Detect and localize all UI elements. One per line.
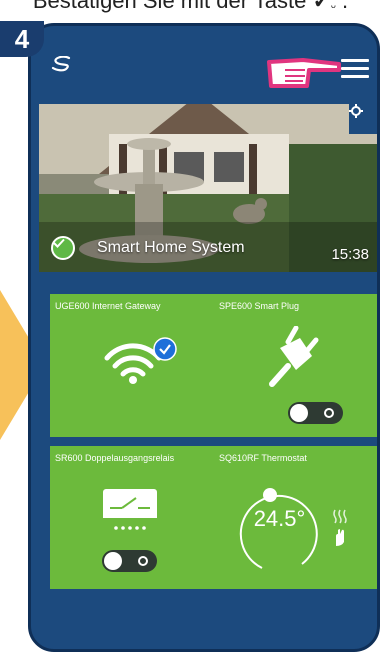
plug-toggle[interactable] [288, 402, 343, 424]
tile-title: SPE600 Smart Plug [219, 301, 300, 311]
system-title: Smart Home System [97, 239, 245, 256]
check-key-icon: ✓ [312, 0, 331, 13]
menu-icon[interactable] [341, 59, 369, 83]
pointing-hand-icon [263, 52, 343, 99]
gear-icon [349, 104, 363, 118]
logo-icon [51, 55, 73, 77]
caption-end: . [342, 0, 349, 13]
tile-internet-gateway[interactable]: UGE600 Internet Gateway [50, 294, 221, 437]
tile-title: SQ610RF Thermostat [219, 453, 307, 463]
settings-button[interactable] [349, 104, 377, 134]
relay-icon [103, 489, 157, 537]
clock-time: 15:38 [331, 246, 369, 263]
caption-text: Bestätigen Sie mit der Taste [32, 0, 307, 13]
tile-smart-plug[interactable]: SPE600 Smart Plug [214, 294, 377, 437]
hero-banner: Smart Home System 15:38 [39, 104, 377, 272]
tile-double-relay[interactable]: SR600 Doppelausgangsrelais [50, 446, 221, 589]
phone-screen: Smart Home System 15:38 UGE600 Internet … [28, 23, 380, 652]
plug-icon [269, 326, 319, 387]
heat-icon [333, 509, 347, 546]
tile-thermostat[interactable]: SQ610RF Thermostat 24.5° [214, 446, 377, 589]
instruction-caption: Bestätigen Sie mit der Taste ✓ᴗ . [0, 0, 381, 14]
wifi-icon [104, 337, 177, 384]
tile-title: UGE600 Internet Gateway [55, 301, 161, 311]
status-check-icon [51, 236, 75, 260]
relay-toggle[interactable] [102, 550, 157, 572]
tile-title: SR600 Doppelausgangsrelais [55, 453, 175, 463]
step-badge: 4 [0, 21, 44, 57]
